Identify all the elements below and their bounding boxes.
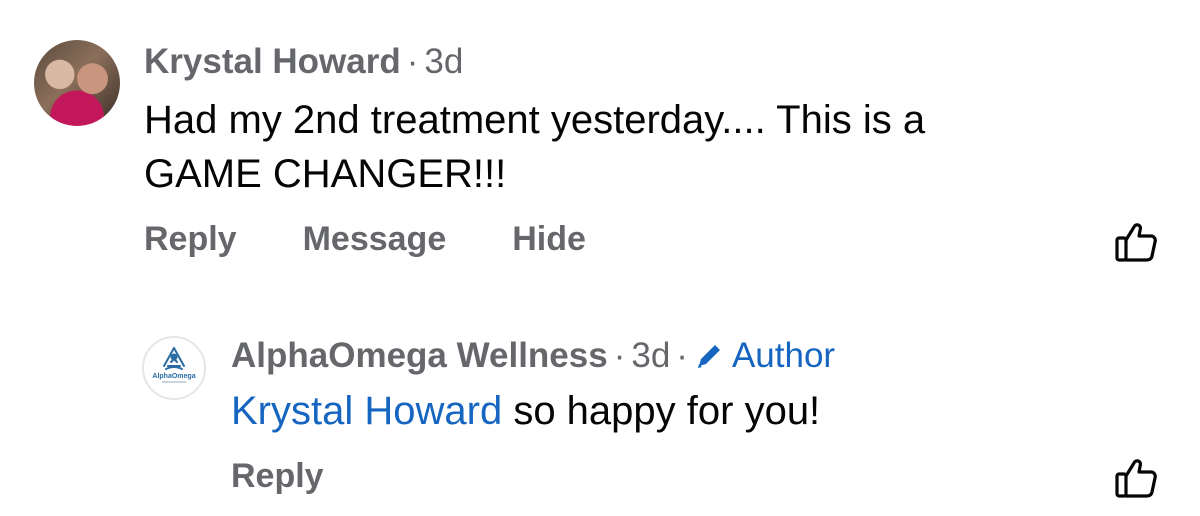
avatar[interactable]: [34, 40, 120, 126]
alphaomega-logo-icon: AlphaOmega: [152, 347, 196, 383]
comment: Krystal Howard · 3d Had my 2nd treatment y…: [0, 0, 1200, 280]
comment-author-name[interactable]: Krystal Howard: [144, 42, 401, 81]
comment-text-line: Had my 2nd treatment yesterday.... This …: [144, 98, 926, 142]
comment-text: Had my 2nd treatment yesterday.... This …: [144, 93, 1104, 201]
message-button[interactable]: Message: [303, 220, 447, 258]
comment-text-line: GAME CHANGER!!!: [144, 152, 507, 196]
reply-author-name[interactable]: AlphaOmega Wellness: [231, 336, 608, 375]
hide-button[interactable]: Hide: [512, 220, 586, 258]
reply-header: AlphaOmega Wellness · 3d · Author: [231, 336, 835, 376]
separator-dot: ·: [613, 336, 626, 375]
comment-actions: Reply Message Hide: [144, 220, 652, 259]
separator-dot: ·: [676, 336, 688, 375]
reply-comment: AlphaOmega AlphaOmega Wellness · 3d · Author…: [0, 300, 1200, 516]
reply-timestamp[interactable]: 3d: [631, 336, 670, 375]
author-badge: Author: [694, 336, 835, 375]
thumbs-up-icon: [1115, 459, 1157, 498]
comment-header: Krystal Howard · 3d: [144, 42, 463, 82]
like-button[interactable]: [1113, 455, 1159, 501]
reply-actions: Reply: [231, 457, 390, 496]
like-button[interactable]: [1113, 219, 1159, 265]
mention-link[interactable]: Krystal Howard: [231, 389, 502, 433]
reply-button[interactable]: Reply: [144, 220, 237, 258]
page-logo-avatar[interactable]: AlphaOmega: [142, 336, 206, 400]
logo-text: AlphaOmega: [152, 373, 195, 380]
reply-text-body: so happy for you!: [502, 389, 821, 433]
comment-timestamp[interactable]: 3d: [424, 42, 463, 81]
separator-dot: ·: [406, 42, 419, 81]
reply-button[interactable]: Reply: [231, 457, 324, 495]
author-badge-label: Author: [731, 336, 836, 375]
thumbs-up-icon: [1115, 223, 1157, 262]
pencil-icon: [697, 345, 720, 368]
reply-text: Krystal Howard so happy for you!: [231, 384, 1131, 438]
